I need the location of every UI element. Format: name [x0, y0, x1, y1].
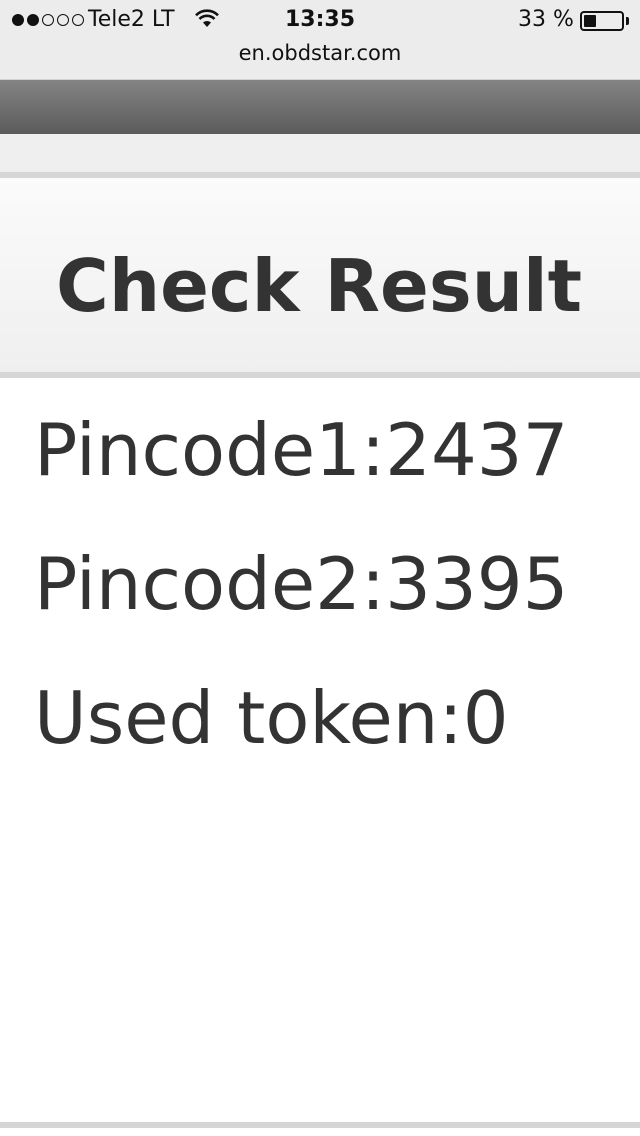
site-subbar	[0, 134, 640, 172]
results-list: Pincode1:2437 Pincode2:3395 Used token:0	[34, 410, 634, 812]
divider-heading	[0, 372, 640, 378]
status-bar: Tele2 LT 13:35 33 % en.obdstar.com	[0, 0, 640, 80]
divider-bottom	[0, 1122, 640, 1128]
pincode1-result: Pincode1:2437	[34, 408, 569, 492]
address-bar-url[interactable]: en.obdstar.com	[0, 41, 640, 65]
battery-fill	[584, 15, 596, 27]
battery-icon	[580, 11, 624, 31]
battery-percentage: 33 %	[518, 7, 574, 32]
browser-viewport: Tele2 LT 13:35 33 % en.obdstar.com Check…	[0, 0, 640, 1136]
site-toolbar	[0, 80, 640, 134]
status-row: Tele2 LT 13:35 33 %	[0, 0, 640, 40]
page-title: Check Result	[56, 244, 583, 328]
pincode2-result: Pincode2:3395	[34, 542, 569, 626]
battery-terminal	[626, 17, 629, 25]
used-token-result: Used token:0	[34, 676, 509, 760]
